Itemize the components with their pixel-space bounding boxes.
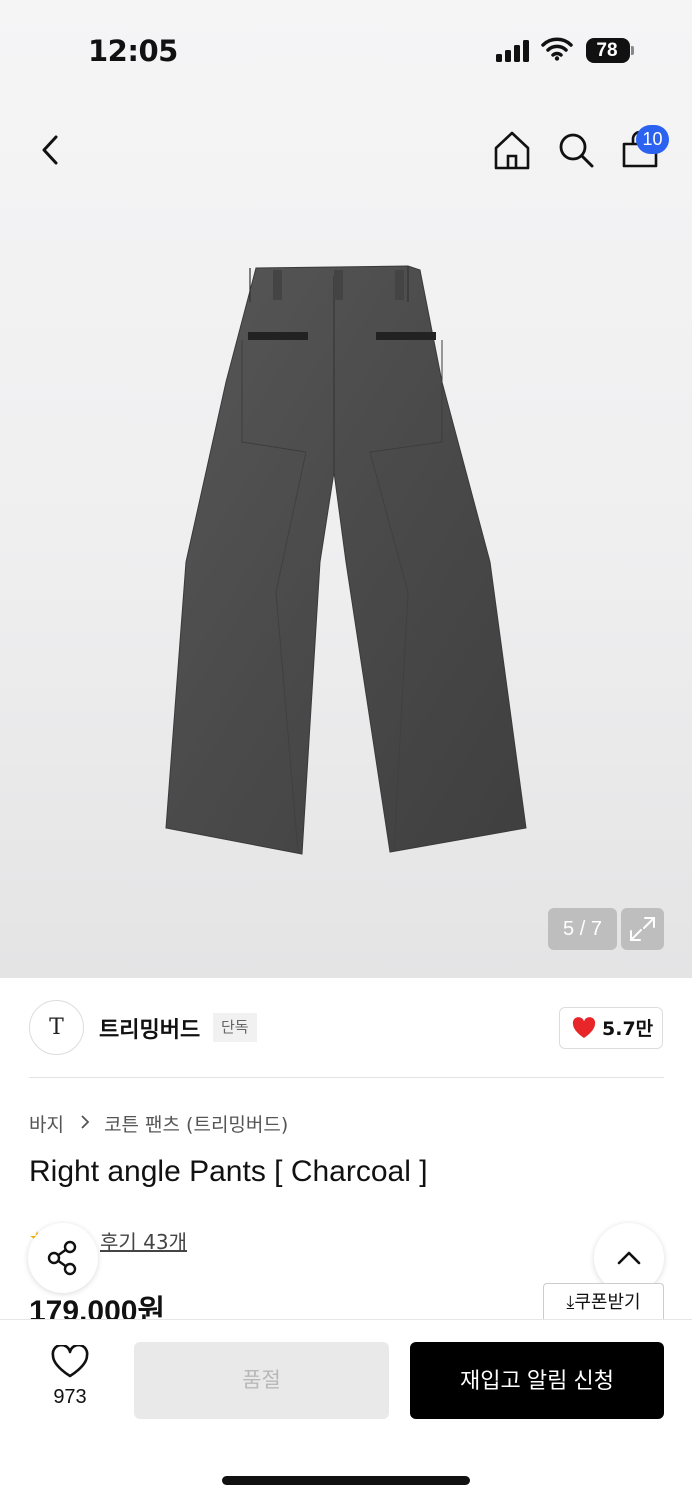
wifi-icon [541,37,573,61]
heart-filled-icon [572,1017,596,1038]
brand-like-count: 5.7만 [602,1018,654,1040]
image-counter: 5 / 7 [548,908,617,950]
wish-count: 973 [53,1386,87,1408]
coupon-button[interactable]: ⤓쿠폰받기 [543,1283,664,1323]
status-time: 12:05 [88,34,178,68]
cart-count-badge: 10 [636,125,669,154]
breadcrumb-subcategory[interactable]: 코튼 팬츠 (트리밍버드) [104,1114,288,1136]
product-title: Right angle Pants [ Charcoal ] [29,1155,428,1188]
battery-cap [631,46,634,55]
exclusive-badge: 단독 [213,1013,257,1042]
chevron-right-icon [80,1113,90,1135]
heart-outline-icon[interactable] [51,1345,89,1379]
battery-level: 78 [596,40,618,61]
divider [29,1077,664,1078]
brand-name[interactable]: 트리밍버드 [99,1012,200,1044]
cellular-signal-icon [496,40,529,62]
restock-alert-button[interactable]: 재입고 알림 신청 [410,1342,664,1419]
expand-icon[interactable] [621,908,664,950]
back-icon[interactable] [30,128,74,172]
search-icon[interactable] [554,128,598,172]
share-icon [47,1240,77,1276]
home-indicator[interactable] [222,1476,470,1485]
coupon-label: 쿠폰받기 [574,1292,641,1313]
breadcrumb-category[interactable]: 바지 [29,1114,64,1136]
breadcrumb: 바지 코튼 팬츠 (트리밍버드) [29,1110,288,1137]
review-link[interactable]: 후기 43개 [100,1226,187,1255]
share-button[interactable] [28,1223,98,1293]
home-icon[interactable] [490,128,534,172]
brand-logo[interactable]: T [29,1000,84,1055]
soldout-button[interactable]: 품절 [134,1342,389,1419]
product-photo [165,265,527,855]
